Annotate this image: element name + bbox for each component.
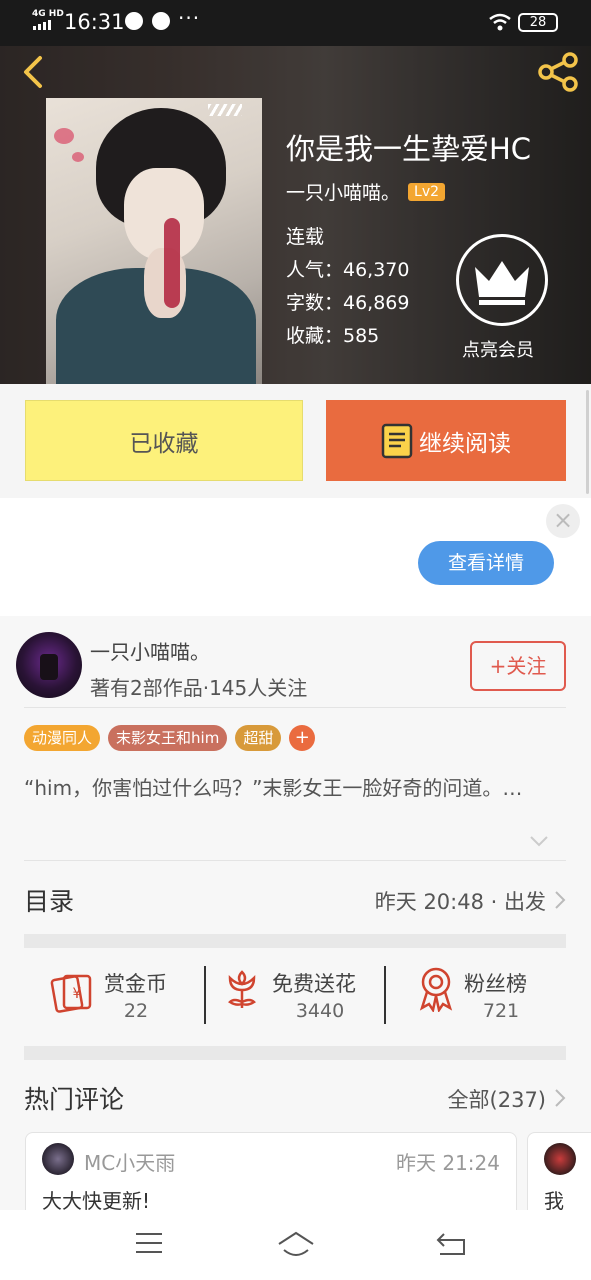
table-of-contents-row[interactable]: 目录 昨天 20:48 · 出发 (24, 878, 566, 920)
flower-icon (228, 970, 256, 1008)
vip-label[interactable]: 点亮会员 (462, 336, 534, 362)
hot-comments-header: 热门评论 全部(237) (24, 1076, 566, 1116)
book-info-section: 一只小喵喵。 著有2部作品·145人关注 +关注 动漫同人 末影女王和him 超… (0, 616, 591, 1280)
ad-banner: × 查看详情 (0, 498, 591, 616)
chevron-right-icon[interactable] (554, 1088, 566, 1108)
chevron-right-icon (555, 891, 566, 909)
popularity-stat: 人气：46,370 (286, 259, 410, 281)
book-cover (46, 98, 262, 384)
level-badge: Lv2 (408, 182, 446, 201)
close-icon[interactable]: × (546, 504, 580, 538)
commenter-name[interactable]: MC小天雨 (84, 1147, 175, 1176)
menu-icon[interactable] (134, 1230, 164, 1256)
home-icon[interactable] (276, 1230, 316, 1260)
continue-reading-button[interactable]: 继续阅读 (326, 400, 566, 481)
favorited-label: 已收藏 (129, 430, 199, 457)
battery-indicator: 28 (518, 13, 558, 32)
share-icon[interactable] (534, 50, 582, 94)
red-envelope-icon: ¥ (50, 974, 92, 1013)
signal-icon (33, 20, 51, 30)
message-icon (152, 12, 170, 30)
add-tag-button[interactable]: + (289, 725, 316, 751)
comment-time: 昨天 21:24 (396, 1151, 500, 1175)
fan-ranking-stat[interactable]: 粉丝榜 721 (416, 950, 566, 1032)
book-icon (381, 423, 413, 458)
book-title: 你是我一生挚爱HC (286, 132, 532, 166)
view-details-button[interactable]: 查看详情 (418, 541, 554, 585)
book-author[interactable]: 一只小喵喵。 (286, 178, 400, 205)
commenter-avatar[interactable] (42, 1143, 74, 1175)
toc-title: 目录 (24, 887, 75, 916)
serial-status: 连载 (286, 226, 325, 248)
compass-icon (125, 12, 143, 30)
crown-icon (475, 261, 529, 305)
toc-latest-update: 昨天 20:48 · 出发 (374, 890, 546, 914)
divider (24, 707, 566, 708)
action-bar: 已收藏 继续阅读 (0, 384, 591, 498)
clock: 16:31 (64, 10, 125, 34)
svg-text:¥: ¥ (73, 986, 82, 1002)
favorites-stat: 收藏：585 (286, 325, 380, 347)
scrollbar[interactable] (586, 390, 589, 494)
follow-button[interactable]: +关注 (470, 641, 566, 691)
author-meta: 著有2部作品·145人关注 (90, 676, 308, 700)
medal-icon (419, 967, 453, 1012)
tag-sweet[interactable]: 超甜 (235, 725, 282, 751)
tag-ender-queen[interactable]: 末影女王和him (108, 725, 228, 751)
book-summary[interactable]: “him，你害怕过什么吗？”末影女王一脸好奇的问道。… (24, 774, 564, 802)
network-indicator: 4G HD (32, 9, 64, 19)
free-flower-stat[interactable]: 免费送花 3440 (222, 950, 382, 1032)
back-nav-icon[interactable] (434, 1230, 468, 1258)
favorited-button[interactable]: 已收藏 (25, 400, 303, 481)
chevron-down-icon[interactable] (528, 834, 550, 848)
support-stats: ¥ 赏金币 22 免费送花 3440 粉丝榜 721 (24, 950, 566, 1032)
back-icon[interactable] (16, 52, 50, 92)
gold-coin-stat[interactable]: ¥ 赏金币 22 (50, 950, 200, 1032)
tag-list: 动漫同人 末影女王和him 超甜 + (24, 725, 316, 751)
book-author-row: 一只小喵喵。 Lv2 (286, 178, 446, 205)
commenter-avatar[interactable] (544, 1143, 576, 1175)
word-count-stat: 字数：46,869 (286, 292, 410, 314)
status-bar: 4G HD 16:31 ··· 28 (0, 0, 591, 46)
author-avatar[interactable] (16, 632, 82, 698)
section-band (24, 1046, 566, 1060)
divider (24, 860, 566, 861)
more-notifications-icon: ··· (178, 6, 201, 30)
book-header: 你是我一生挚爱HC 一只小喵喵。 Lv2 连载 人气：46,370 字数：46,… (0, 46, 591, 384)
hot-comments-title: 热门评论 (24, 1085, 125, 1114)
system-nav-bar (0, 1210, 591, 1280)
wifi-icon (489, 13, 511, 31)
section-band (24, 934, 566, 948)
author-name[interactable]: 一只小喵喵。 (90, 636, 210, 665)
all-comments-link[interactable]: 全部(237) (448, 1084, 546, 1114)
tag-anime[interactable]: 动漫同人 (24, 725, 101, 751)
continue-reading-label: 继续阅读 (419, 430, 511, 457)
vip-crown-button[interactable] (456, 234, 548, 326)
